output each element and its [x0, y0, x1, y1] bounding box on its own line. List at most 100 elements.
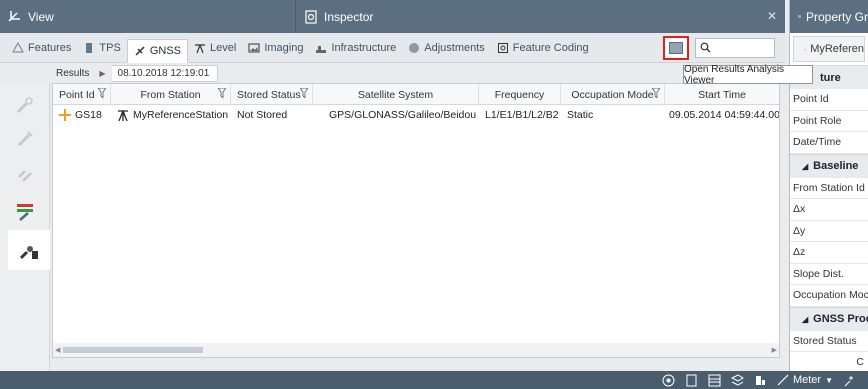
scroll-left-icon[interactable]: ◀ — [55, 346, 60, 354]
tab-label: Imaging — [264, 41, 304, 54]
search-input[interactable] — [712, 39, 772, 57]
tab-label: Feature Coding — [512, 41, 589, 54]
tab-infrastructure[interactable]: Infrastructure — [309, 37, 402, 59]
tab-label: Infrastructure — [331, 41, 397, 54]
col-label: Occupation Mode — [571, 88, 654, 101]
filter-icon[interactable] — [217, 87, 227, 101]
col-occupation-mode[interactable]: Occupation Mode — [561, 84, 665, 105]
scroll-right-icon[interactable]: ▶ — [772, 346, 777, 354]
chevron-right-icon: ▶ — [99, 68, 106, 78]
filter-icon[interactable] — [299, 87, 309, 101]
property-grid-icon — [798, 15, 801, 18]
cell-frequency: L1/E1/B1/L2/B2 — [485, 109, 559, 121]
prop-point-id: Point Id — [790, 89, 868, 111]
tab-label: GNSS — [149, 44, 182, 57]
gnss-icon — [134, 45, 146, 57]
prop-delta-z: Δz — [790, 242, 868, 264]
cursor-icon[interactable] — [843, 374, 856, 387]
col-stored-status[interactable]: Stored Status — [231, 84, 313, 105]
tps-icon — [83, 42, 95, 54]
tab-level[interactable]: Level — [188, 37, 242, 59]
cell-text: MyReferenceStation — [133, 109, 229, 121]
left-tool-rail — [0, 83, 50, 371]
tab-feature-coding[interactable]: Feature Coding — [491, 37, 595, 59]
inspector-tab-bar: Features TPS GNSS Level Imaging Infrastr… — [0, 33, 785, 63]
tab-adjustments[interactable]: Adjustments — [402, 37, 491, 59]
tab-label: Adjustments — [424, 41, 485, 54]
horizontal-scrollbar[interactable]: ◀ ▶ — [53, 343, 779, 357]
close-icon[interactable]: ✕ — [767, 9, 777, 23]
reference-selector[interactable]: MyReferen — [793, 36, 865, 62]
tooltip: Open Results Analysis Viewer — [683, 64, 813, 86]
rail-gnss-results-icon[interactable] — [8, 230, 50, 270]
rail-measure-icon[interactable] — [11, 125, 39, 153]
tab-gnss[interactable]: GNSS — [126, 38, 189, 63]
section-label: GNSS Proce — [813, 313, 868, 325]
col-start-time[interactable]: Start Time — [665, 84, 779, 105]
tab-features[interactable]: Features — [6, 37, 77, 59]
col-frequency[interactable]: Frequency — [479, 84, 561, 105]
col-satellite-system[interactable]: Satellite System — [313, 84, 479, 105]
toolbar-right — [663, 36, 775, 60]
col-label: Point Id — [59, 88, 95, 101]
grid-header: Point Id From Station Stored Status Sate… — [53, 84, 779, 105]
results-analysis-icon — [669, 42, 683, 54]
view-title: View — [28, 9, 54, 24]
search-box[interactable] — [695, 38, 775, 58]
cell-occupation-mode: Static — [567, 109, 594, 121]
section-baseline[interactable]: ◢ Baseline — [790, 153, 868, 178]
tab-tps[interactable]: TPS — [77, 37, 126, 59]
ruler-icon — [777, 374, 789, 386]
col-point-id[interactable]: Point Id — [53, 84, 111, 105]
prop-date-time: Date/Time — [790, 132, 868, 154]
gnss-results-grid: Point Id From Station Stored Status Sate… — [52, 83, 780, 358]
property-grid-icon[interactable] — [708, 374, 721, 387]
app-window: View Inspector ✕ Features TPS GNSS Level — [0, 0, 868, 389]
inspector-panel-header: Inspector ✕ — [296, 0, 785, 33]
open-results-analysis-viewer-button[interactable] — [663, 36, 689, 60]
target-icon[interactable] — [662, 374, 675, 387]
tab-imaging[interactable]: Imaging — [242, 37, 309, 59]
tab-label: Level — [210, 41, 237, 54]
unit-selector[interactable]: Meter ▼ — [777, 374, 833, 386]
col-label: From Station — [140, 88, 201, 101]
imaging-icon — [248, 42, 260, 54]
breadcrumb-results[interactable]: Results — [52, 68, 93, 79]
prop-slope-dist: Slope Dist. — [790, 264, 868, 285]
prop-from-station-id: From Station Id — [790, 178, 868, 199]
prop-occupation-mode: Occupation Moc — [790, 285, 868, 307]
level-icon — [194, 42, 206, 54]
inspector-icon[interactable] — [685, 374, 698, 387]
property-grid-header: Property Gr — [790, 0, 868, 33]
section-gnss-processing[interactable]: ◢ GNSS Proce — [790, 306, 868, 331]
breadcrumb-date[interactable]: 08.10.2018 12:19:01 — [111, 64, 219, 82]
prop-point-role: Point Role — [790, 111, 868, 132]
view-icon — [8, 10, 22, 24]
scroll-thumb[interactable] — [63, 347, 203, 353]
rail-point-icon[interactable] — [11, 91, 39, 119]
property-grid-title: Property Gr — [805, 9, 868, 24]
collapse-icon: ◢ — [802, 161, 809, 171]
filter-icon[interactable] — [97, 87, 107, 101]
prop-delta-x: Δx — [790, 199, 868, 221]
cell-text: GS18 — [75, 109, 102, 121]
prop-stored-status: Stored Status — [790, 331, 868, 352]
title-bar: View Inspector ✕ — [0, 0, 785, 33]
feature-coding-icon — [497, 42, 509, 54]
collapse-icon: ◢ — [802, 314, 809, 324]
inspector-title: Inspector — [324, 9, 374, 24]
layers-icon[interactable] — [730, 373, 744, 387]
panel-icon[interactable] — [754, 374, 767, 387]
col-label: Satellite System — [357, 88, 434, 101]
filter-icon[interactable] — [651, 87, 661, 101]
rail-baseline-icon[interactable] — [11, 197, 39, 225]
rail-link-icon[interactable] — [11, 161, 39, 189]
tab-label: TPS — [99, 41, 121, 54]
status-bar: Meter ▼ — [0, 371, 868, 389]
inspector-icon — [304, 9, 318, 24]
cell-from-station: MyReferenceStation — [111, 105, 231, 125]
table-row[interactable]: GS18 MyReferenceStation Not Stored GPS/G… — [53, 105, 779, 125]
tab-label: Features — [28, 41, 72, 54]
adjustments-icon — [408, 42, 420, 54]
col-from-station[interactable]: From Station — [111, 84, 231, 105]
